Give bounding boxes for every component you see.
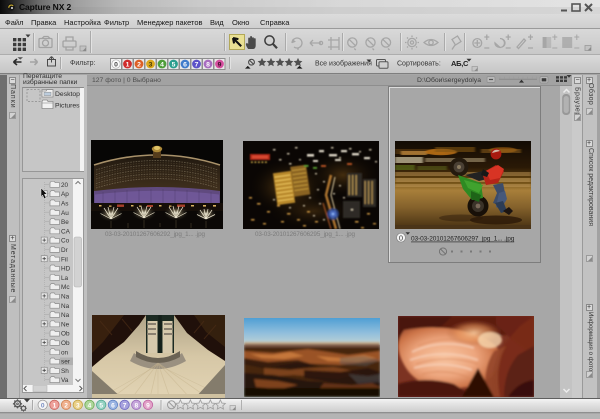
svg-text:Pictures: Pictures (55, 103, 80, 110)
svg-text:1: 1 (125, 62, 129, 69)
svg-text:CA: CA (61, 228, 71, 235)
svg-text:Ob: Ob (61, 331, 70, 338)
svg-text:АБ,С: АБ,С (451, 59, 469, 68)
svg-text:0: 0 (114, 62, 118, 69)
svg-text:Mc: Mc (61, 284, 70, 291)
svg-text:As: As (61, 201, 68, 208)
svg-text:Na: Na (61, 294, 70, 301)
svg-text:7: 7 (123, 402, 127, 409)
svg-text:Dr: Dr (61, 247, 69, 254)
svg-text:Все изображения: Все изображения (315, 60, 372, 68)
svg-text:4: 4 (88, 402, 92, 409)
svg-text:HD: HD (61, 266, 71, 273)
svg-text:3: 3 (148, 62, 152, 69)
svg-text:8: 8 (206, 62, 210, 69)
svg-text:Na: Na (61, 303, 70, 310)
svg-text:on: on (61, 349, 69, 356)
svg-text:1: 1 (53, 402, 57, 409)
svg-text:Co: Co (61, 238, 70, 245)
svg-text:Au: Au (61, 210, 69, 217)
svg-text:La: La (61, 275, 69, 282)
svg-text:6: 6 (111, 402, 115, 409)
svg-text:8: 8 (134, 402, 138, 409)
svg-text:2: 2 (64, 402, 68, 409)
svg-text:Фильтр:: Фильтр: (70, 60, 96, 67)
svg-text:6: 6 (183, 62, 187, 69)
svg-text:Fil: Fil (61, 256, 68, 263)
svg-text:9: 9 (146, 402, 150, 409)
svg-text:5: 5 (171, 62, 175, 69)
svg-text:03-03-20101267606297_jpg_1...: 03-03-20101267606297_jpg_1... .jpg (411, 236, 515, 243)
svg-text:Sh: Sh (61, 368, 69, 375)
svg-text:Desktop: Desktop (55, 91, 80, 98)
svg-text:5: 5 (99, 402, 103, 409)
svg-text:0: 0 (399, 233, 403, 242)
svg-text:0: 0 (41, 402, 45, 409)
svg-text:9: 9 (217, 62, 221, 69)
svg-text:Ap: Ap (61, 191, 69, 198)
svg-text:20: 20 (61, 182, 69, 189)
svg-text:Be: Be (61, 219, 69, 226)
svg-text:Ne: Ne (61, 321, 70, 328)
svg-text:ser: ser (61, 359, 71, 366)
svg-text:Ob: Ob (61, 340, 70, 347)
svg-text:Na: Na (61, 312, 70, 319)
svg-text:Va: Va (61, 377, 69, 384)
svg-text:4: 4 (160, 62, 164, 69)
svg-text:Сортировать:: Сортировать: (397, 61, 441, 68)
svg-text:3: 3 (76, 402, 80, 409)
svg-text:2: 2 (137, 62, 141, 69)
svg-text:7: 7 (194, 62, 198, 69)
